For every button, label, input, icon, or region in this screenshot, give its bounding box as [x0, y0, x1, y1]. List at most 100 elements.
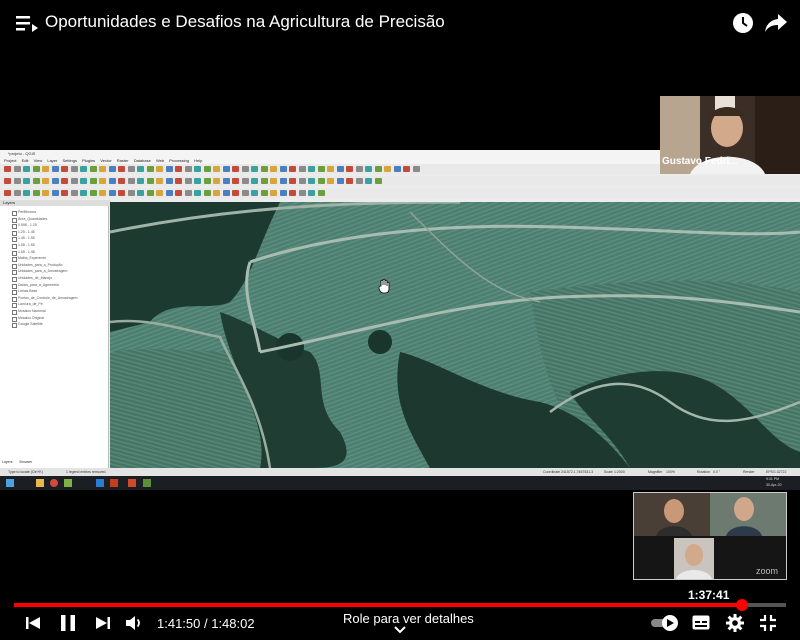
- progress-scrubber-handle[interactable]: [735, 599, 748, 611]
- toolbar-tool-icon[interactable]: [99, 178, 106, 184]
- toolbar-tool-icon[interactable]: [365, 178, 372, 184]
- layer-visibility-checkbox[interactable]: [12, 224, 17, 230]
- powerpoint-icon[interactable]: [110, 479, 118, 487]
- qgis-menu-item[interactable]: Database: [134, 158, 151, 163]
- toolbar-tool-icon[interactable]: [203, 190, 211, 196]
- toolbar-tool-icon[interactable]: [32, 166, 40, 172]
- layer-tree-item[interactable]: Linhas Base: [18, 289, 37, 293]
- toolbar-tool-icon[interactable]: [279, 190, 287, 196]
- word-icon[interactable]: [96, 479, 104, 487]
- layer-visibility-checkbox[interactable]: [12, 257, 17, 263]
- toolbar-tool-icon[interactable]: [393, 166, 401, 172]
- toolbar-tool-icon[interactable]: [89, 178, 97, 184]
- toolbar-tool-icon[interactable]: [308, 178, 315, 184]
- toolbar-tool-icon[interactable]: [232, 178, 239, 184]
- toolbar-tool-icon[interactable]: [298, 190, 306, 196]
- layer-visibility-checkbox[interactable]: [12, 323, 17, 329]
- toolbar-tool-icon[interactable]: [203, 166, 211, 172]
- qgis-menu-item[interactable]: Processing: [169, 158, 189, 163]
- toolbar-tool-icon[interactable]: [13, 178, 21, 184]
- layer-tree-item[interactable]: Unidades_para_a_Amostragem: [18, 269, 67, 273]
- toolbar-tool-icon[interactable]: [222, 190, 230, 196]
- toolbar-tool-icon[interactable]: [99, 166, 106, 172]
- toolbar-tool-icon[interactable]: [270, 190, 277, 196]
- toolbar-tool-icon[interactable]: [213, 166, 220, 172]
- toolbar-tool-icon[interactable]: [146, 166, 154, 172]
- toolbar-tool-icon[interactable]: [80, 190, 87, 196]
- toolbar-tool-icon[interactable]: [241, 178, 249, 184]
- app-icon[interactable]: [128, 479, 136, 487]
- zoom-gallery-tile[interactable]: zoom: [633, 492, 787, 580]
- settings-gear-icon[interactable]: [726, 614, 744, 632]
- toolbar-tool-icon[interactable]: [146, 190, 154, 196]
- file-explorer-icon[interactable]: [36, 479, 44, 487]
- layer-visibility-checkbox[interactable]: [12, 296, 17, 302]
- toolbar-tool-icon[interactable]: [118, 166, 125, 172]
- locator-search-input[interactable]: Type to locate (Ctrl+K): [8, 468, 43, 476]
- toolbar-tool-icon[interactable]: [213, 178, 220, 184]
- toolbar-tool-icon[interactable]: [42, 166, 49, 172]
- toolbar-tool-icon[interactable]: [127, 190, 135, 196]
- toolbar-tool-icon[interactable]: [213, 190, 220, 196]
- layer-visibility-checkbox[interactable]: [12, 277, 17, 282]
- toolbar-tool-icon[interactable]: [156, 190, 163, 196]
- toolbar-tool-icon[interactable]: [260, 166, 268, 172]
- autoplay-toggle-icon[interactable]: [650, 614, 680, 632]
- toolbar-tool-icon[interactable]: [137, 190, 144, 196]
- progress-bar-played[interactable]: [14, 603, 742, 607]
- video-title[interactable]: Oportunidades e Desafios na Agricultura …: [45, 12, 445, 32]
- taskbar-clock-time[interactable]: 9:31 PM: [766, 477, 779, 481]
- qgis-taskbar-icon[interactable]: [64, 479, 72, 487]
- toolbar-tool-icon[interactable]: [184, 178, 192, 184]
- layer-visibility-checkbox[interactable]: [12, 230, 17, 236]
- toolbar-tool-icon[interactable]: [251, 190, 258, 196]
- toolbar-tool-icon[interactable]: [127, 166, 135, 172]
- toolbar-tool-icon[interactable]: [355, 178, 363, 184]
- toolbar-tool-icon[interactable]: [42, 178, 49, 184]
- toolbar-tool-icon[interactable]: [317, 166, 325, 172]
- toolbar-tool-icon[interactable]: [412, 166, 420, 172]
- crs-button[interactable]: EPSG:32722: [766, 468, 786, 476]
- scroll-for-details-hint[interactable]: Role para ver detalhes: [343, 611, 474, 626]
- layer-visibility-checkbox[interactable]: [12, 283, 17, 289]
- playlist-icon[interactable]: [16, 14, 38, 34]
- layer-tree-item[interactable]: Perfilbroma: [18, 210, 36, 214]
- toolbar-tool-icon[interactable]: [89, 190, 97, 196]
- toolbar-tool-icon[interactable]: [165, 190, 173, 196]
- toolbar-tool-icon[interactable]: [203, 178, 211, 184]
- volume-icon[interactable]: [126, 615, 144, 631]
- layer-tree-item[interactable]: Lavoura_de_Pe: [18, 302, 43, 306]
- toolbar-tool-icon[interactable]: [175, 190, 182, 196]
- layer-tree-item[interactable]: Pontos_de_Controle_de_Amostragem: [18, 296, 78, 300]
- toolbar-tool-icon[interactable]: [194, 166, 201, 172]
- render-checkbox[interactable]: Render: [743, 468, 754, 476]
- layer-tree-item[interactable]: 1.55 - 1.65: [18, 243, 35, 247]
- toolbar-tool-icon[interactable]: [336, 178, 344, 184]
- pause-icon[interactable]: [60, 614, 76, 632]
- toolbar-tool-icon[interactable]: [232, 166, 239, 172]
- toolbar-tool-icon[interactable]: [251, 166, 258, 172]
- toolbar-tool-icon[interactable]: [89, 166, 97, 172]
- toolbar-tool-icon[interactable]: [241, 190, 249, 196]
- toolbar-tool-icon[interactable]: [108, 190, 116, 196]
- toolbar-tool-icon[interactable]: [374, 178, 382, 184]
- toolbar-tool-icon[interactable]: [270, 178, 277, 184]
- toolbar-tool-icon[interactable]: [317, 178, 325, 184]
- toolbar-tool-icon[interactable]: [23, 190, 30, 196]
- toolbar-tool-icon[interactable]: [327, 166, 334, 172]
- toolbar-tool-icon[interactable]: [146, 178, 154, 184]
- layer-visibility-checkbox[interactable]: [12, 310, 17, 315]
- toolbar-tool-icon[interactable]: [80, 178, 87, 184]
- toolbar-tool-icon[interactable]: [165, 166, 173, 172]
- toolbar-tool-icon[interactable]: [184, 166, 192, 172]
- layer-tree-item[interactable]: Google Satellite: [18, 322, 43, 326]
- toolbar-tool-icon[interactable]: [298, 166, 306, 172]
- layer-tree-item[interactable]: Mosaico Original: [18, 316, 44, 320]
- toolbar-tool-icon[interactable]: [127, 178, 135, 184]
- qgis-menu-item[interactable]: Settings: [62, 158, 76, 163]
- layer-visibility-checkbox[interactable]: [12, 237, 17, 243]
- toolbar-tool-icon[interactable]: [51, 190, 59, 196]
- toolbar-tool-icon[interactable]: [308, 166, 315, 172]
- toolbar-tool-icon[interactable]: [32, 190, 40, 196]
- toolbar-tool-icon[interactable]: [51, 178, 59, 184]
